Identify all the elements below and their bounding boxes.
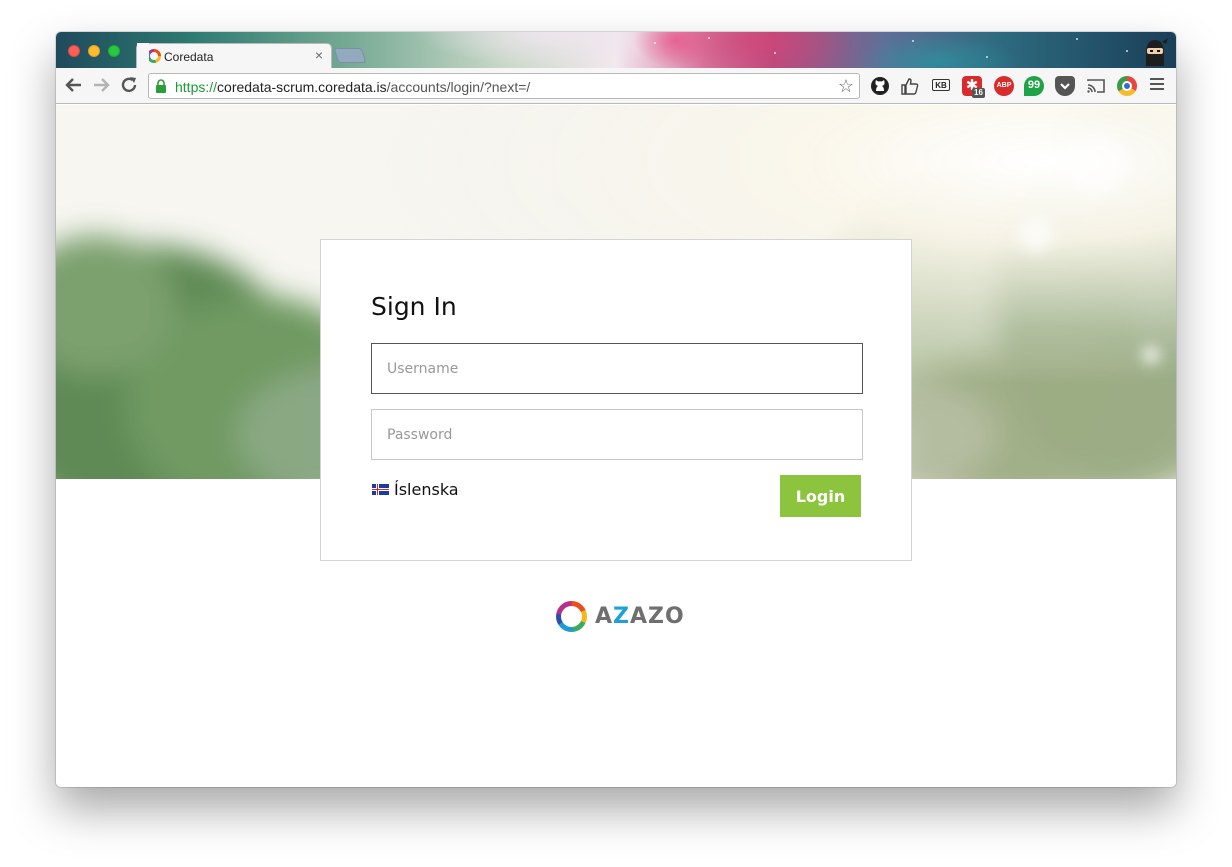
github-icon[interactable]	[870, 76, 890, 96]
chrome-ui-icon[interactable]	[1117, 76, 1137, 96]
extension-badge-count: 16	[972, 88, 985, 98]
kb-icon[interactable]: KB	[932, 79, 950, 91]
iceland-flag-icon	[372, 484, 389, 495]
window-close-button[interactable]	[68, 45, 80, 57]
page-content: Sign In Íslenska Login AZAZO	[56, 105, 1176, 787]
url-scheme: https://	[175, 79, 218, 95]
brand-name: AZAZO	[595, 604, 685, 629]
login-button[interactable]: Login	[780, 475, 861, 517]
password-input[interactable]	[371, 409, 863, 460]
azazo-logo: AZAZO	[556, 601, 685, 632]
hangouts-icon[interactable]: 99	[1024, 76, 1044, 96]
sign-in-card: Sign In Íslenska Login	[320, 239, 912, 561]
tab-title: Coredata	[164, 50, 214, 64]
browser-toolbar: https://coredata-scrum.coredata.is/accou…	[56, 68, 1176, 104]
window-zoom-button[interactable]	[108, 45, 120, 57]
brand-name-rest: AZO	[629, 604, 685, 629]
menu-icon[interactable]	[1150, 78, 1164, 92]
browser-tab[interactable]: Coredata ×	[136, 43, 332, 69]
pocket-icon[interactable]	[1055, 76, 1075, 96]
sign-in-title: Sign In	[371, 292, 457, 321]
azazo-logo-ring-icon	[556, 601, 587, 632]
thumbs-up-icon[interactable]	[900, 76, 920, 96]
reload-icon[interactable]	[118, 74, 140, 96]
new-tab-button[interactable]	[333, 48, 367, 63]
adblock-plus-icon[interactable]: ABP	[994, 76, 1014, 96]
window-minimize-button[interactable]	[88, 45, 100, 57]
username-input[interactable]	[371, 343, 863, 394]
brand-name-part: A	[595, 604, 614, 629]
lock-icon	[156, 79, 166, 93]
url-host: coredata-scrum.coredata.is	[217, 79, 387, 95]
tab-strip: Coredata ×	[56, 32, 1176, 69]
coredata-favicon-icon	[147, 49, 161, 63]
back-arrow-icon[interactable]	[63, 74, 85, 96]
language-switch-link[interactable]: Íslenska	[372, 480, 459, 499]
ninja-profile-icon[interactable]	[1142, 36, 1168, 66]
url-text[interactable]: https://coredata-scrum.coredata.is/accou…	[175, 79, 530, 95]
url-path: /accounts/login/?next=/	[386, 79, 531, 95]
tab-close-icon[interactable]: ×	[315, 47, 323, 63]
forward-arrow-icon[interactable]	[90, 74, 112, 96]
browser-window: Coredata × https://coredata-scrum.coreda…	[56, 32, 1176, 787]
address-bar[interactable]: https://coredata-scrum.coredata.is/accou…	[148, 73, 860, 99]
bookmark-star-icon[interactable]: ☆	[838, 76, 854, 97]
cast-icon[interactable]	[1086, 76, 1106, 96]
brand-name-z: Z	[613, 604, 630, 629]
language-label: Íslenska	[394, 480, 459, 499]
